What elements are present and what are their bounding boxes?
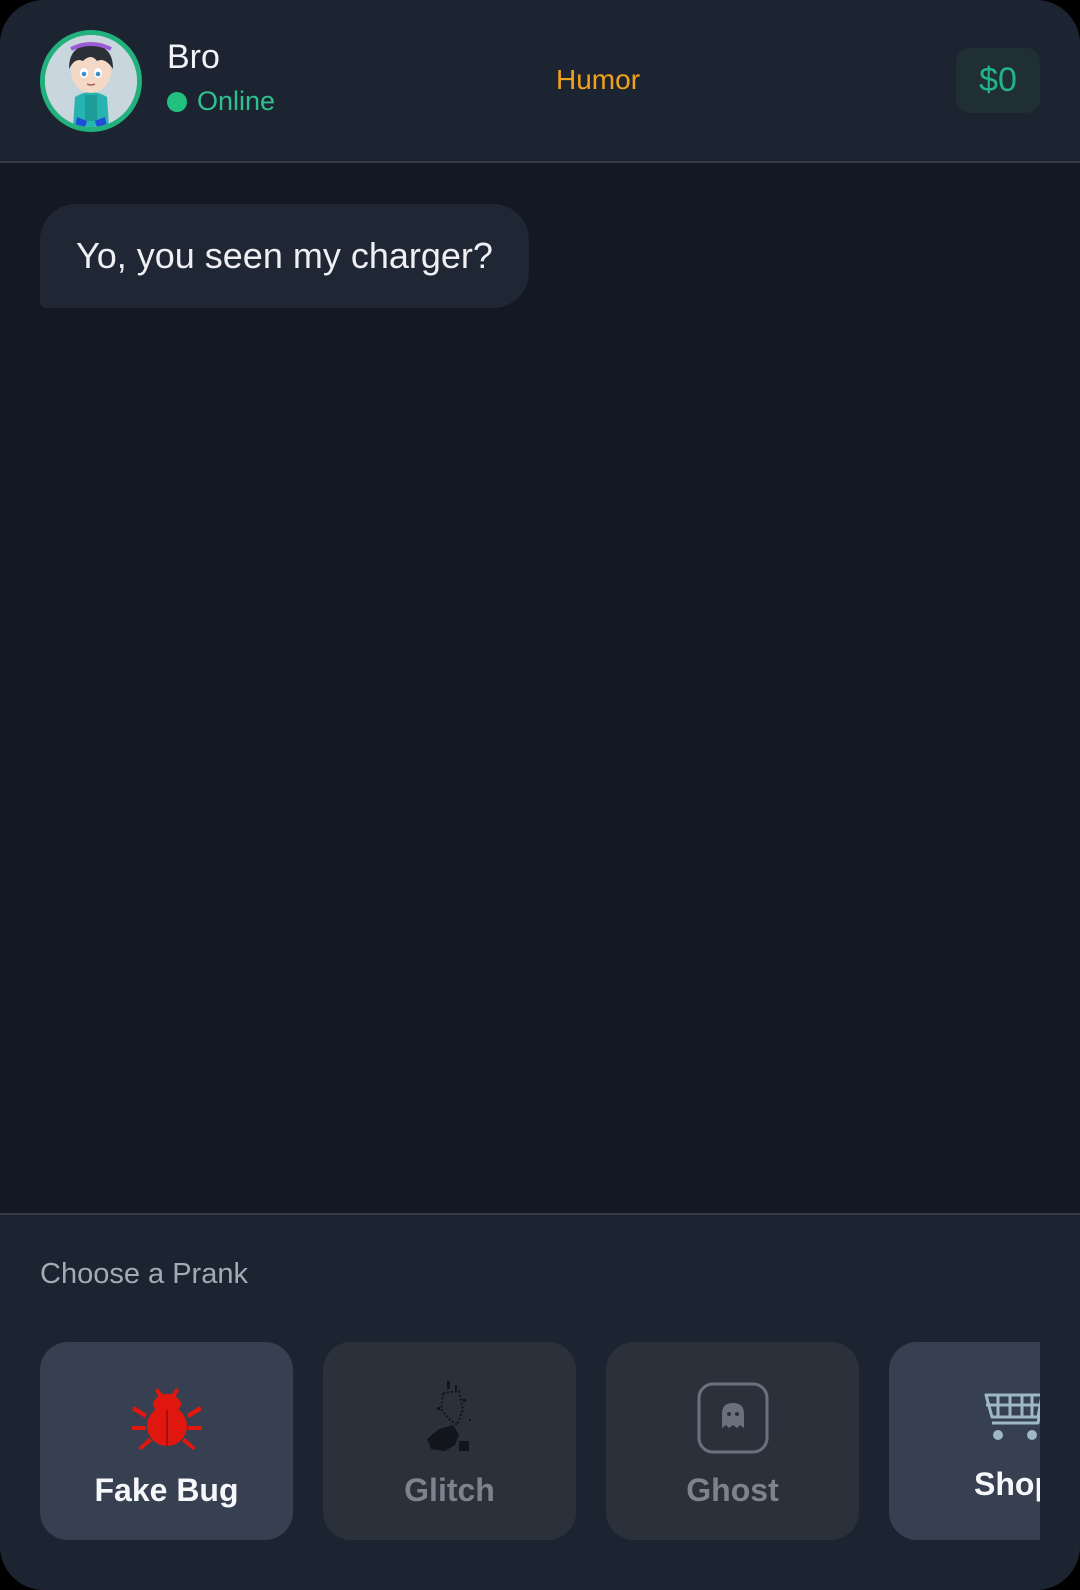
app-screen: Bro Online Humor $0 Yo, you seen my char…	[0, 0, 1080, 1590]
status-label: Online	[197, 86, 276, 116]
avatar[interactable]	[40, 30, 142, 132]
prank-card-ghost[interactable]: Ghost	[606, 1342, 859, 1540]
contact-name: Bro	[167, 38, 220, 76]
panel-title: Choose a Prank	[40, 1258, 248, 1290]
chat-area[interactable]: Yo, you seen my charger?	[0, 163, 1080, 1213]
prank-label: Glitch	[404, 1472, 495, 1508]
prank-panel: Choose a Prank Fake Bug Glitch Ghost Sho	[0, 1213, 1080, 1590]
category-label: Humor	[556, 64, 641, 95]
message-text: Yo, you seen my charger?	[76, 235, 493, 276]
prank-label: Shop	[974, 1466, 1040, 1502]
bug-icon	[129, 1380, 205, 1456]
incoming-message-bubble: Yo, you seen my charger?	[40, 204, 529, 308]
chat-header: Bro Online Humor $0	[0, 0, 1080, 163]
prank-card-shop[interactable]: Shop	[889, 1342, 1040, 1540]
online-status: Online	[167, 86, 275, 117]
shopping-cart-icon	[979, 1374, 1040, 1450]
avatar-image	[45, 35, 137, 127]
glitch-icon	[412, 1380, 488, 1456]
prank-label: Fake Bug	[94, 1472, 239, 1508]
ghost-icon	[695, 1380, 771, 1456]
prank-card-glitch[interactable]: Glitch	[323, 1342, 576, 1540]
online-dot-icon	[167, 91, 187, 112]
prank-label: Ghost	[686, 1472, 779, 1508]
prank-card-fake-bug[interactable]: Fake Bug	[40, 1342, 293, 1540]
balance-badge[interactable]: $0	[956, 48, 1040, 113]
prank-carousel[interactable]: Fake Bug Glitch Ghost Sho	[40, 1342, 1040, 1542]
